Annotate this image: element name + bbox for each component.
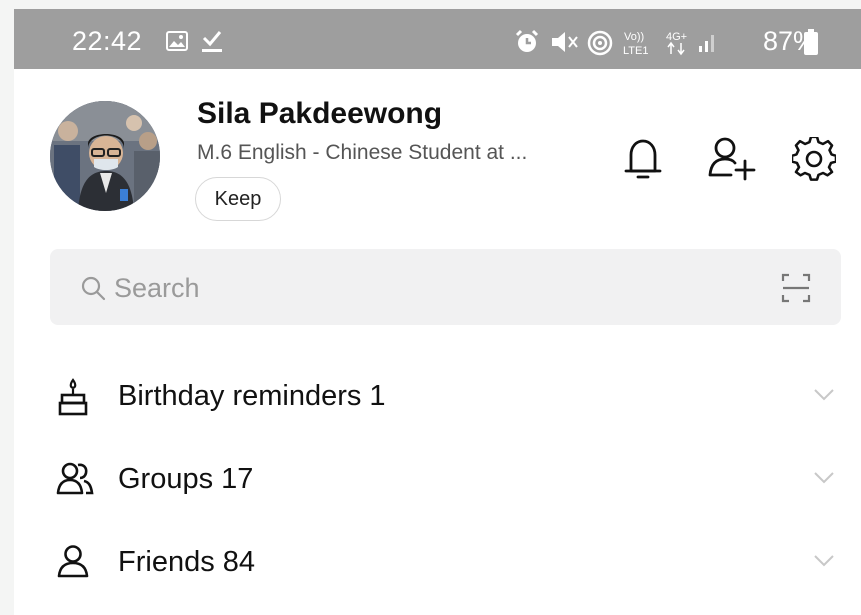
section-label: Friends 84 (118, 546, 256, 578)
cake-icon (56, 378, 90, 421)
profile-name[interactable]: Sila Pakdeewong (197, 97, 442, 131)
mute-icon (550, 30, 578, 59)
battery-icon (804, 29, 818, 60)
settings-icon[interactable] (790, 135, 838, 186)
qr-scan-icon[interactable] (781, 273, 811, 308)
keep-button[interactable]: Keep (195, 177, 281, 221)
hotspot-icon (587, 30, 613, 61)
search-bar[interactable]: Search (50, 249, 841, 325)
search-input[interactable]: Search (114, 273, 200, 304)
avatar[interactable] (50, 101, 160, 211)
profile-status-message[interactable]: M.6 English - Chinese Student at ... (197, 141, 527, 165)
image-icon (166, 31, 188, 56)
svg-text:4G+: 4G+ (666, 31, 687, 43)
status-bar: 22:42 Vo)) LTE1 4G+ 87% (14, 9, 861, 69)
section-groups[interactable]: Groups 17 (14, 449, 861, 509)
svg-text:LTE1: LTE1 (623, 45, 648, 56)
svg-text:Vo)): Vo)) (624, 31, 644, 43)
bell-icon[interactable] (624, 137, 662, 186)
section-label: Groups 17 (118, 463, 254, 495)
alarm-icon (514, 29, 540, 60)
chevron-down-icon[interactable] (813, 388, 835, 407)
section-label: Birthday reminders 1 (118, 380, 386, 412)
keep-button-label: Keep (214, 187, 262, 210)
chevron-down-icon[interactable] (813, 554, 835, 573)
4g-icon: 4G+ (664, 28, 690, 61)
download-check-icon (200, 28, 224, 59)
search-icon (80, 275, 106, 306)
signal-icon (698, 31, 718, 58)
group-icon (56, 461, 94, 500)
section-birthday-reminders[interactable]: Birthday reminders 1 (14, 366, 861, 426)
chevron-down-icon[interactable] (813, 471, 835, 490)
add-friend-icon[interactable] (707, 135, 757, 186)
person-icon (56, 544, 90, 583)
status-time: 22:42 (72, 26, 143, 56)
app-frame: 22:42 Vo)) LTE1 4G+ 87% Sila Pakdeewong … (14, 9, 861, 615)
volte-icon: Vo)) LTE1 (622, 28, 658, 61)
section-friends[interactable]: Friends 84 (14, 532, 861, 592)
